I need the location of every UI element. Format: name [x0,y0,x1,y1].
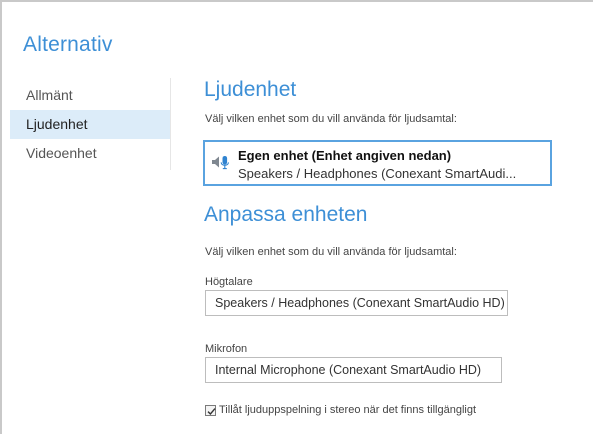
audio-device-title: Ljudenhet [204,78,297,101]
stereo-playback-label: Tillåt ljuduppspelning i stereo när det … [219,404,477,416]
window-border-left [0,0,2,434]
checkmark-icon [207,408,216,416]
sidebar-item-allmant[interactable]: Allmänt [10,81,170,110]
microphone-select[interactable]: Internal Microphone (Conexant SmartAudio… [205,357,502,383]
sidebar-item-ljudenhet[interactable]: Ljudenhet [10,110,170,139]
stereo-playback-checkbox[interactable] [205,405,216,416]
sidebar: Allmänt Ljudenhet Videoenhet [10,81,170,168]
speaker-select[interactable]: Speakers / Headphones (Conexant SmartAud… [205,290,508,316]
audio-device-hint: Välj vilken enhet som du vill använda fö… [205,113,457,125]
speaker-label: Högtalare [205,276,253,288]
customize-device-title: Anpassa enheten [204,203,368,226]
customize-device-hint: Välj vilken enhet som du vill använda fö… [205,246,457,258]
sidebar-item-videoenhet[interactable]: Videoenhet [10,139,170,168]
window-title: Alternativ [23,33,113,56]
selected-device-detail: Speakers / Headphones (Conexant SmartAud… [238,166,517,181]
window-border-top [0,0,593,2]
selected-device-name: Egen enhet (Enhet angiven nedan) [238,148,452,163]
speaker-microphone-icon [211,154,231,172]
sidebar-divider [170,78,171,170]
selected-device-card[interactable]: Egen enhet (Enhet angiven nedan) Speaker… [203,140,552,186]
microphone-label: Mikrofon [205,343,248,355]
